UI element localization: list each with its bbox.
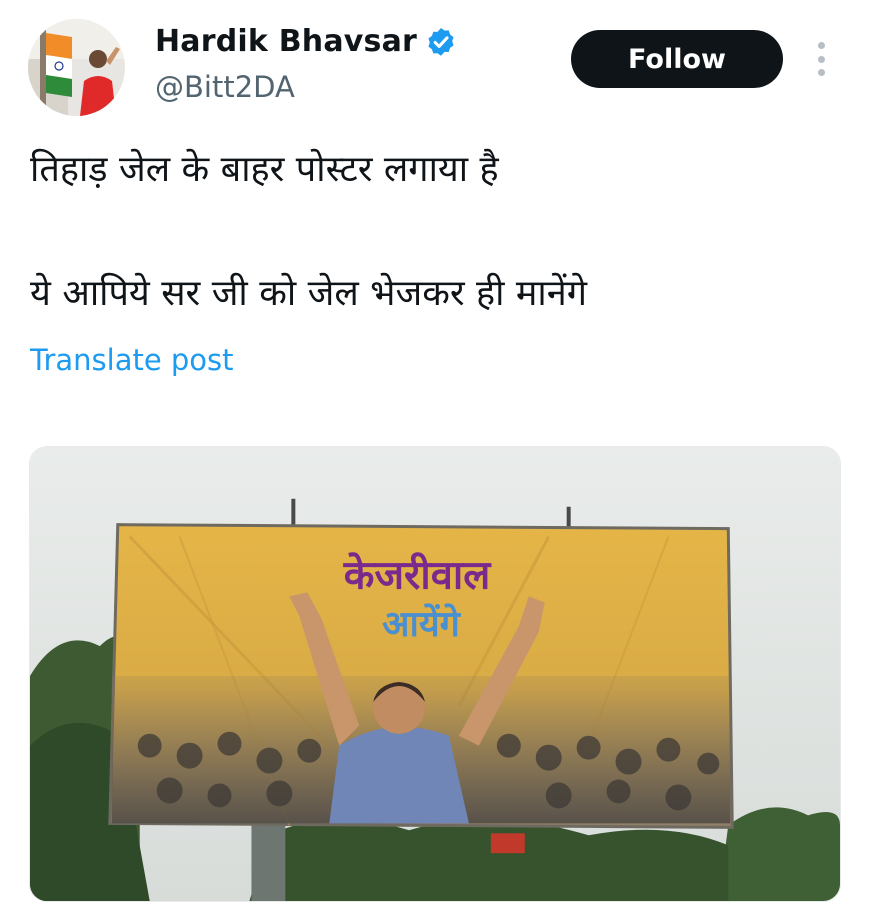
poster-headline: केजरीवाल (343, 551, 492, 598)
tweet-text-line-2: ये आपिये सर जी को जेल भेजकर ही मानेंगे (30, 273, 587, 314)
author-name-row: Hardik Bhavsar (155, 24, 457, 59)
verified-badge-icon (428, 27, 454, 56)
vertical-ellipsis-icon[interactable] (808, 38, 834, 80)
poster-subline: आयेंगे (382, 603, 462, 645)
ellipsis-dot (817, 55, 825, 63)
avatar[interactable] (28, 19, 125, 116)
tweet-text-line-1: तिहाड़ जेल के बाहर पोस्टर लगाया है (30, 149, 499, 190)
follow-button[interactable]: Follow (571, 30, 783, 88)
profile-photo (28, 19, 125, 116)
ellipsis-dot (817, 42, 825, 49)
billboard-photo: केजरीवाल आयेंगे (30, 447, 840, 901)
ellipsis-dot (817, 69, 825, 76)
display-name[interactable]: Hardik Bhavsar (155, 24, 417, 59)
tweet-media-image[interactable]: केजरीवाल आयेंगे (29, 446, 841, 902)
translate-post-link[interactable]: Translate post (30, 343, 234, 377)
user-handle[interactable]: @Bitt2DA (155, 70, 295, 104)
